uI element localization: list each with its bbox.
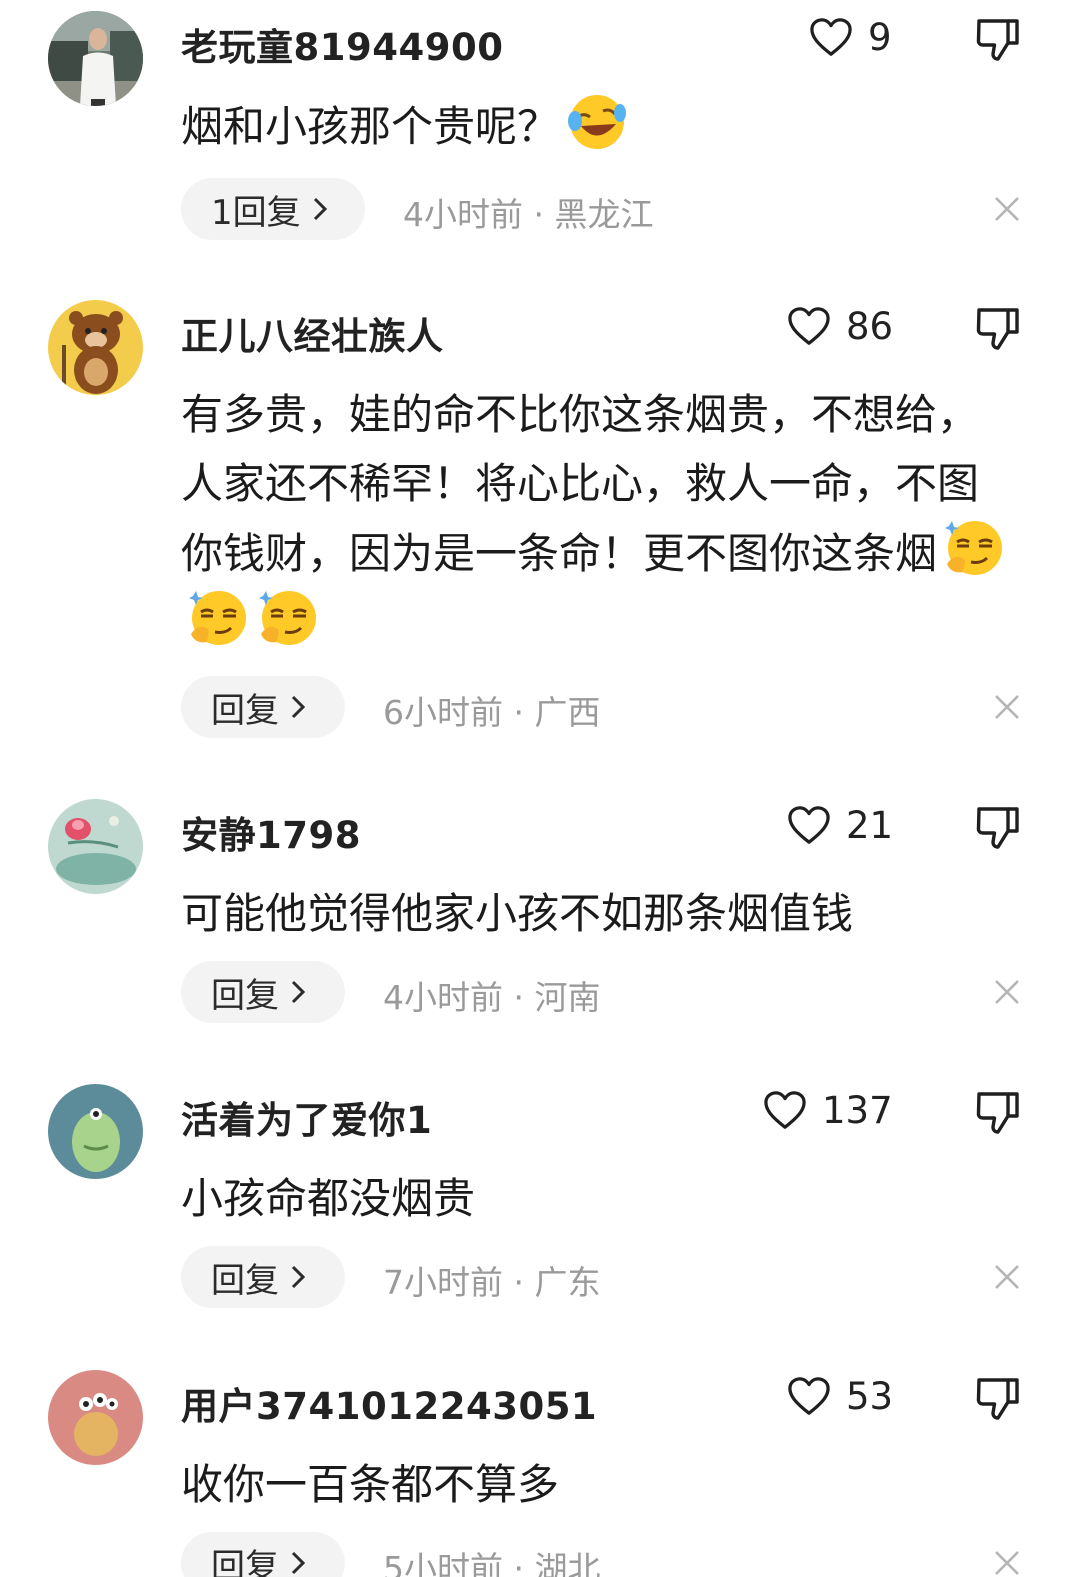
heart-icon bbox=[764, 1091, 806, 1129]
avatar[interactable] bbox=[48, 300, 143, 395]
thumbs-down-icon[interactable] bbox=[974, 17, 1022, 63]
like-button[interactable]: 86 bbox=[786, 304, 893, 348]
reply-button[interactable]: 回复 bbox=[181, 1532, 345, 1577]
reply-button[interactable]: 回复 bbox=[181, 676, 345, 738]
like-button[interactable]: 53 bbox=[786, 1374, 893, 1418]
heart-icon bbox=[788, 806, 830, 844]
comment-text-content: 有多贵，娃的命不比你这条烟贵，不想给，人家还不稀罕！将心比心，救人一命，不图你钱… bbox=[181, 390, 980, 578]
username[interactable]: 安静1798 bbox=[181, 805, 361, 859]
avatar[interactable] bbox=[48, 11, 143, 106]
comment-item: 老玩童81944900 9 烟和小孩那个贵呢？ 1回复 4小时前 · 黑龙江 bbox=[0, 11, 1080, 261]
reply-label: 回复 bbox=[211, 690, 279, 731]
comment-item: 活着为了爱你1 137 小孩命都没烟贵 回复 7小时前 · 广东 bbox=[0, 1084, 1080, 1319]
comment-meta: 4小时前 · 黑龙江 bbox=[403, 195, 654, 234]
username[interactable]: 活着为了爱你1 bbox=[181, 1090, 432, 1144]
comment-text: 小孩命都没烟贵 bbox=[181, 1174, 476, 1223]
reply-button[interactable]: 回复 bbox=[181, 1246, 345, 1308]
close-icon[interactable] bbox=[992, 977, 1022, 1007]
reply-button[interactable]: 1回复 bbox=[181, 178, 365, 240]
thumbs-down-icon[interactable] bbox=[974, 306, 1022, 352]
like-button[interactable]: 137 bbox=[762, 1088, 893, 1132]
comment-text: 收你一百条都不算多 bbox=[181, 1460, 560, 1509]
thumbs-down-icon[interactable] bbox=[974, 1376, 1022, 1422]
comment-meta: 7小时前 · 广东 bbox=[383, 1263, 601, 1302]
like-button[interactable]: 21 bbox=[786, 803, 893, 847]
avatar[interactable] bbox=[48, 799, 143, 894]
reply-label: 回复 bbox=[211, 1260, 279, 1301]
comment-item: 用户3741012243051 53 收你一百条都不算多 回复 5小时前 · 湖… bbox=[0, 1370, 1080, 1577]
smug-thinking-emoji bbox=[945, 521, 1003, 575]
heart-icon bbox=[788, 307, 830, 345]
reply-button[interactable]: 回复 bbox=[181, 961, 345, 1023]
smug-thinking-emoji bbox=[189, 591, 246, 645]
chevron-right-icon bbox=[291, 980, 306, 1004]
username[interactable]: 老玩童81944900 bbox=[181, 17, 503, 71]
comment-meta: 4小时前 · 河南 bbox=[383, 978, 601, 1017]
comment-item: 正儿八经壮族人 86 有多贵，娃的命不比你这条烟贵，不想给，人家还不稀罕！将心比… bbox=[0, 300, 1080, 750]
comment-text: 可能他觉得他家小孩不如那条烟值钱 bbox=[181, 889, 854, 938]
close-icon[interactable] bbox=[992, 194, 1022, 224]
chevron-right-icon bbox=[313, 197, 327, 221]
like-count: 9 bbox=[868, 15, 892, 59]
comment-text-content: 烟和小孩那个贵呢？ bbox=[181, 102, 560, 151]
comment-item: 安静1798 21 可能他觉得他家小孩不如那条烟值钱 回复 4小时前 · 河南 bbox=[0, 799, 1080, 1034]
comment-meta: 6小时前 · 广西 bbox=[383, 693, 601, 732]
comment-text: 烟和小孩那个贵呢？ bbox=[181, 91, 1011, 161]
comment-text: 有多贵，娃的命不比你这条烟贵，不想给，人家还不稀罕！将心比心，救人一命，不图你钱… bbox=[181, 380, 1011, 658]
avatar[interactable] bbox=[48, 1370, 143, 1465]
avatar[interactable] bbox=[48, 1084, 143, 1179]
reply-label: 回复 bbox=[211, 975, 279, 1016]
chevron-right-icon bbox=[291, 1551, 306, 1575]
close-icon[interactable] bbox=[992, 1548, 1022, 1577]
thumbs-down-icon[interactable] bbox=[974, 805, 1022, 851]
like-count: 21 bbox=[846, 803, 894, 847]
heart-icon bbox=[810, 18, 852, 56]
heart-icon bbox=[788, 1377, 830, 1415]
comment-meta: 5小时前 · 湖北 bbox=[383, 1549, 601, 1577]
like-count: 86 bbox=[846, 304, 894, 348]
close-icon[interactable] bbox=[992, 692, 1022, 722]
close-icon[interactable] bbox=[992, 1262, 1022, 1292]
username[interactable]: 正儿八经壮族人 bbox=[181, 306, 444, 360]
laughing-tears-emoji bbox=[568, 95, 627, 149]
reply-label: 回复 bbox=[211, 1546, 279, 1577]
thumbs-down-icon[interactable] bbox=[974, 1090, 1022, 1136]
like-count: 137 bbox=[822, 1088, 893, 1132]
chevron-right-icon bbox=[291, 695, 306, 719]
like-button[interactable]: 9 bbox=[808, 15, 892, 59]
username[interactable]: 用户3741012243051 bbox=[181, 1376, 597, 1430]
like-count: 53 bbox=[846, 1374, 894, 1418]
smug-thinking-emoji bbox=[259, 591, 316, 645]
chevron-right-icon bbox=[291, 1265, 306, 1289]
reply-label: 1回复 bbox=[211, 192, 301, 233]
